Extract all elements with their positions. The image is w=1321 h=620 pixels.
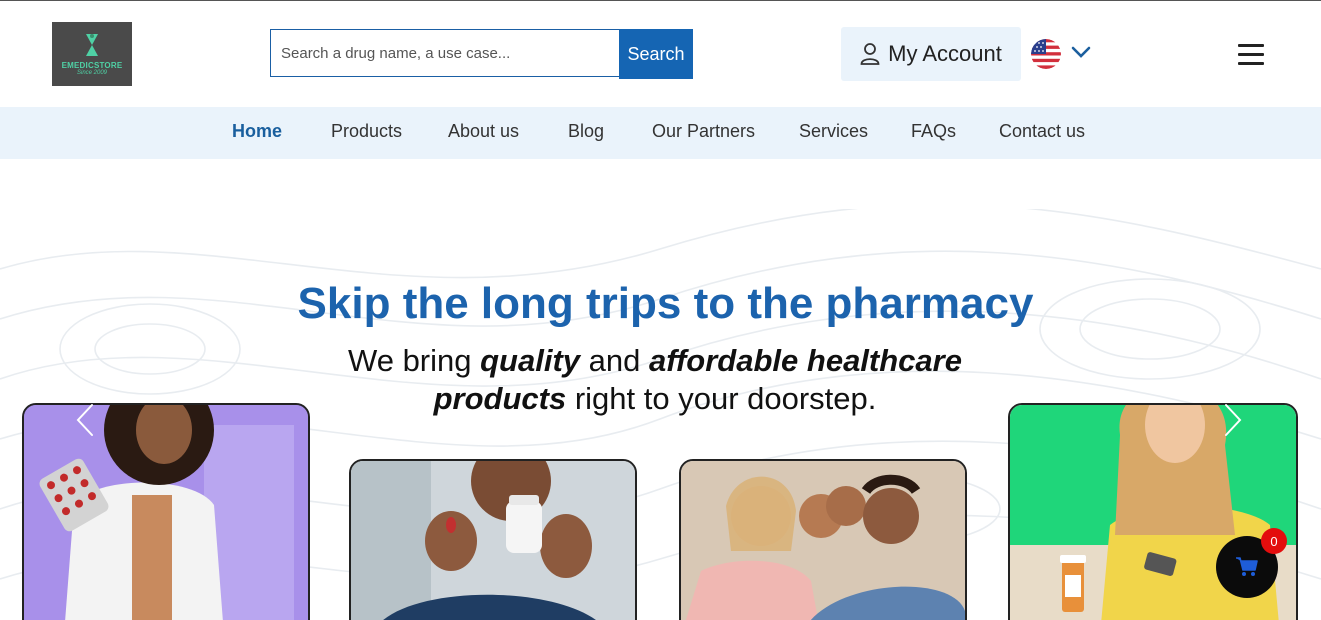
hero-headline: Skip the long trips to the pharmacy (297, 279, 1034, 328)
caduceus-logo-icon (86, 34, 98, 56)
nav-services[interactable]: Services (799, 121, 868, 142)
nav-home[interactable]: Home (232, 121, 282, 142)
hamburger-menu-icon[interactable] (1238, 44, 1264, 66)
search-input[interactable] (270, 29, 620, 77)
pharmacist-image (24, 405, 308, 620)
slide-card-man-with-pill[interactable] (349, 459, 637, 620)
logo-since: Since 2009 (76, 70, 108, 76)
family-image (681, 461, 965, 620)
man-holding-pill-image (351, 461, 635, 620)
chevron-down-icon[interactable] (1071, 45, 1091, 59)
my-account-button[interactable]: My Account (841, 27, 1021, 81)
search-button[interactable]: Search (619, 29, 693, 79)
my-account-label: My Account (888, 41, 1002, 66)
hero-subheadline: We bring quality and affordable healthca… (348, 343, 962, 416)
nav-blog[interactable]: Blog (568, 121, 604, 142)
nav-faqs[interactable]: FAQs (911, 121, 956, 142)
nav-our-partners[interactable]: Our Partners (652, 121, 755, 142)
nav-products[interactable]: Products (331, 121, 402, 142)
us-flag-icon[interactable] (1031, 39, 1061, 69)
main-navigation: Home Products About us Blog Our Partners… (0, 107, 1321, 159)
carousel-prev-arrow-icon[interactable] (74, 403, 96, 437)
logo-name: EMEDICSTORE (61, 61, 123, 70)
slide-card-family[interactable] (679, 459, 967, 620)
shopping-cart-icon (1236, 557, 1258, 576)
nav-about-us[interactable]: About us (448, 121, 519, 142)
cart-count-badge: 0 (1261, 528, 1287, 554)
store-logo[interactable]: EMEDICSTORE Since 2009 (52, 22, 132, 86)
hero-banner: Skip the long trips to the pharmacy We b… (0, 159, 1321, 620)
carousel-next-arrow-icon[interactable] (1222, 403, 1244, 437)
search-bar: Search (270, 29, 693, 79)
user-icon (860, 43, 880, 65)
site-header: EMEDICSTORE Since 2009 Search My Account (0, 1, 1321, 107)
slide-card-pharmacist[interactable] (22, 403, 310, 620)
nav-contact-us[interactable]: Contact us (999, 121, 1085, 142)
